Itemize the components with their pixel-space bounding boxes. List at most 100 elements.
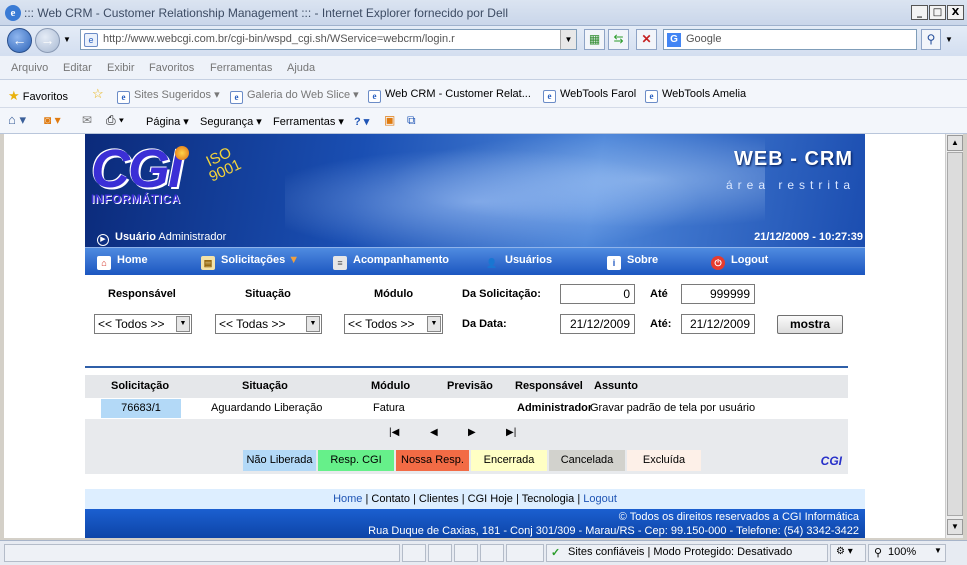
fav-galeria-web-slice[interactable]: e Galeria do Web Slice ▾ <box>230 88 359 104</box>
menu-favoritos[interactable]: Favoritos <box>149 62 194 74</box>
fav-webtools-farol[interactable]: e WebTools Farol <box>543 88 636 103</box>
maximize-button[interactable]: □ <box>929 5 946 20</box>
print-icon[interactable]: ⎙ ▾ <box>106 113 124 128</box>
fav-label: WebTools Farol <box>560 88 637 100</box>
minimize-button[interactable]: _ <box>911 5 928 20</box>
mostra-button[interactable]: mostra <box>777 315 843 334</box>
footer-link-tecnologia[interactable]: Tecnologia <box>522 493 575 505</box>
scroll-down-icon[interactable]: ▼ <box>947 519 963 535</box>
fav-web-crm[interactable]: e Web CRM - Customer Relat... <box>368 88 531 103</box>
scroll-up-icon[interactable]: ▲ <box>947 135 963 151</box>
mail-icon[interactable]: ✉ <box>82 113 92 127</box>
table-row[interactable]: 76683/1 Aguardando Liberação Fatura Admi… <box>85 398 848 419</box>
page-icon: e <box>84 33 98 47</box>
nav-logout[interactable]: ⏻ Logout <box>711 254 768 270</box>
datetime: 21/12/2009 - 10:27:39 <box>754 231 863 243</box>
footer-link-home[interactable]: Home <box>333 493 362 505</box>
help-icon[interactable]: ? ▾ <box>354 115 369 128</box>
da-data-input[interactable]: 21/12/2009 <box>560 314 635 334</box>
search-icon[interactable]: ⚲ <box>921 29 941 50</box>
address-dropdown-icon[interactable]: ▼ <box>560 30 576 49</box>
fav-sites-sugeridos[interactable]: e Sites Sugeridos ▾ <box>117 88 220 104</box>
nav-sobre[interactable]: i Sobre <box>607 254 658 270</box>
fav-webtools-amelia[interactable]: e WebTools Amelia <box>645 88 746 103</box>
address-field[interactable]: e http://www.webcgi.com.br/cgi-bin/wspd_… <box>80 29 577 50</box>
modulo-select[interactable]: << Todos >> ▼ <box>344 314 443 334</box>
logo-text: CGI <box>91 139 183 199</box>
security-menu[interactable]: Segurança ▾ <box>200 115 262 128</box>
menu-arquivo[interactable]: Arquivo <box>11 62 48 74</box>
col-previsao[interactable]: Previsão <box>447 380 493 392</box>
copyright: © Todos os direitos reservados a CGI Inf… <box>618 511 859 523</box>
responsavel-label: Responsável <box>108 288 176 300</box>
menu-editar[interactable]: Editar <box>63 62 92 74</box>
search-input[interactable]: G Google <box>663 29 917 50</box>
page-menu[interactable]: Página ▾ <box>146 115 189 128</box>
favorites-bar: ★ Favoritos ☆ e Sites Sugeridos ▾ e Galeri… <box>0 80 967 108</box>
menu-ajuda[interactable]: Ajuda <box>287 62 315 74</box>
add-favorite-icon[interactable]: ☆ <box>92 86 104 102</box>
tools-menu[interactable]: Ferramentas ▾ <box>273 115 344 128</box>
page-viewport: CGI INFORMÁTICA ISO 9001 WEB - CRM área … <box>4 134 945 538</box>
ate-solicitacao-label: Até <box>650 288 668 300</box>
address-toolbar: ← → ▼ e http://www.webcgi.com.br/cgi-bin… <box>0 26 967 56</box>
col-solicitacao[interactable]: Solicitação <box>111 380 169 392</box>
messenger-icon[interactable]: ⧉ <box>407 113 416 128</box>
col-situacao[interactable]: Situação <box>242 380 288 392</box>
home-icon[interactable]: ⌂ ▾ <box>8 112 26 128</box>
ate-data-input[interactable]: 21/12/2009 <box>681 314 755 334</box>
status-cell <box>402 544 426 562</box>
nav-acompanhamento[interactable]: ≡ Acompanhamento <box>333 254 449 270</box>
forward-button[interactable]: → <box>35 28 60 53</box>
nav-home[interactable]: ⌂ Home <box>97 254 148 270</box>
footer-link-clientes[interactable]: Clientes <box>419 493 459 505</box>
user-label: Usuário <box>115 231 156 243</box>
status-cell <box>480 544 504 562</box>
user-info: ▶ Usuário Administrador <box>97 231 226 246</box>
cell-solicitacao[interactable]: 76683/1 <box>101 399 181 418</box>
modulo-label: Módulo <box>374 288 414 300</box>
cgi-small-logo: CGI <box>820 454 842 468</box>
footer-link-cgi-hoje[interactable]: CGI Hoje <box>468 493 513 505</box>
fav-label: WebTools Amelia <box>662 88 747 100</box>
company-address: Rua Duque de Caxias, 181 - Conj 301/309 … <box>368 525 859 537</box>
nav-solicitacoes[interactable]: ▤ Solicitações ▼ <box>201 254 299 270</box>
rss-icon[interactable]: ◙ ▾ <box>44 113 61 127</box>
col-modulo[interactable]: Módulo <box>371 380 410 392</box>
col-responsavel[interactable]: Responsável <box>515 380 583 392</box>
stop-icon[interactable]: ✕ <box>636 29 657 50</box>
legend-nossa-resp: Nossa Resp. <box>396 450 469 471</box>
last-page-icon[interactable]: ▶| <box>506 427 516 438</box>
ate-solicitacao-input[interactable]: 999999 <box>681 284 755 304</box>
compat-view-icon[interactable]: ▦ <box>584 29 605 50</box>
situacao-label: Situação <box>245 288 291 300</box>
history-dropdown-icon[interactable]: ▼ <box>63 35 71 44</box>
favorites-button[interactable]: ★ Favoritos <box>8 88 68 104</box>
prev-page-icon[interactable]: ◀ <box>430 427 438 438</box>
footer-link-logout[interactable]: Logout <box>583 493 617 505</box>
responsavel-select[interactable]: << Todos >> ▼ <box>94 314 192 334</box>
research-icon[interactable]: ▣ <box>384 113 395 127</box>
logo-sun-icon <box>175 146 189 160</box>
browser-window: e ::: Web CRM - Customer Relationship Ma… <box>0 0 967 565</box>
menu-ferramentas[interactable]: Ferramentas <box>210 62 272 74</box>
da-solicitacao-input[interactable]: 0 <box>560 284 635 304</box>
first-page-icon[interactable]: |◀ <box>389 427 399 438</box>
col-assunto[interactable]: Assunto <box>594 380 638 392</box>
menu-exibir[interactable]: Exibir <box>107 62 135 74</box>
situacao-select[interactable]: << Todas >> ▼ <box>215 314 322 334</box>
cell-assunto: Gravar padrão de tela por usuário <box>590 402 756 414</box>
nav-label: Logout <box>731 254 769 266</box>
vertical-scrollbar[interactable]: ▲ ▼ <box>945 134 963 538</box>
google-icon: G <box>667 33 681 47</box>
zoom-dropdown-icon[interactable]: ▼ <box>934 546 942 555</box>
back-button[interactable]: ← <box>7 28 32 53</box>
close-button[interactable]: X <box>947 5 964 20</box>
search-options-icon[interactable]: ▼ <box>945 35 953 44</box>
next-page-icon[interactable]: ▶ <box>468 427 476 438</box>
ie-page-icon: e <box>117 91 130 104</box>
refresh-icon[interactable]: ⇆ <box>608 29 629 50</box>
scroll-thumb[interactable] <box>947 152 963 516</box>
footer-link-contato[interactable]: Contato <box>371 493 410 505</box>
nav-usuarios[interactable]: 👤 Usuários <box>485 254 552 270</box>
